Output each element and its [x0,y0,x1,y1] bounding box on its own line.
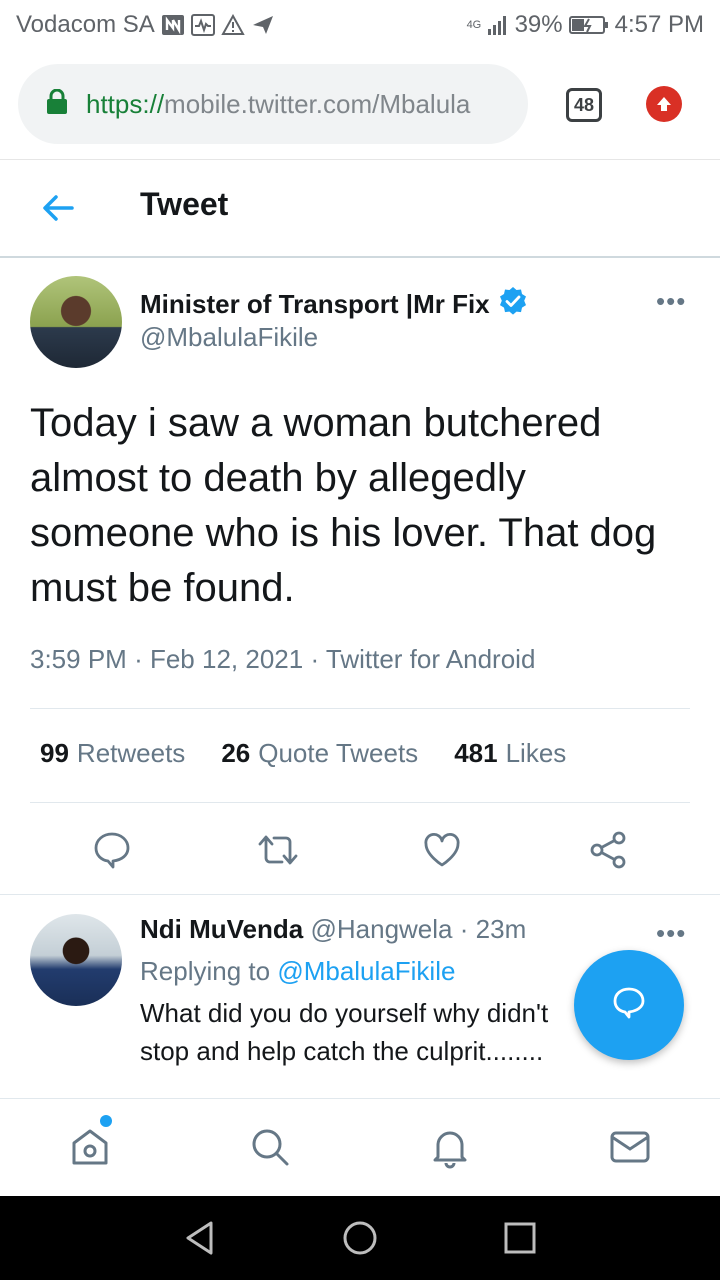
reply-text: What did you do yourself why didn't stop… [140,998,549,1066]
divider [30,708,690,709]
tweet-stats: 99 Retweets 26 Quote Tweets 481 Likes [40,738,566,769]
tweet-source[interactable]: Twitter for Android [326,644,536,674]
replying-to-label: Replying to [140,956,271,986]
reply-more-options[interactable]: ••• [656,918,686,949]
author-name: Minister of Transport |Mr Fix [140,289,490,319]
tweet-meta: 3:59 PM · Feb 12, 2021 · Twitter for And… [30,644,535,675]
tweet-actions [0,826,720,874]
system-navigation-bar [0,1196,720,1280]
retweets-stat[interactable]: 99 Retweets [40,738,185,769]
compose-reply-button[interactable] [574,950,684,1060]
divider [30,802,690,803]
status-bar: Vodacom SA 4G 39% 4:57 PM [0,0,720,50]
home-icon[interactable] [66,1123,114,1171]
status-right: 4G 39% 4:57 PM [467,11,704,39]
divider [0,894,720,895]
author-name-row[interactable]: Minister of Transport |Mr Fix [140,286,528,323]
mail-icon[interactable] [606,1123,654,1171]
reply-avatar[interactable] [30,914,122,1006]
recents-nav-icon[interactable] [500,1218,540,1258]
retweets-count: 99 [40,738,69,768]
heart-icon[interactable] [418,826,466,874]
back-nav-icon[interactable] [180,1218,220,1258]
activity-icon [190,14,215,36]
home-notification-dot [100,1115,112,1127]
warning-icon [221,14,245,36]
page-title: Tweet [140,186,229,222]
status-left: Vodacom SA [16,11,275,39]
quotes-label: Quote Tweets [258,738,419,768]
bell-icon[interactable] [426,1123,474,1171]
tab-switcher-button[interactable]: 48 [566,88,602,122]
reply-icon[interactable] [88,826,136,874]
tweet-more-options[interactable]: ••• [656,286,686,317]
likes-label: Likes [505,738,567,768]
home-nav-icon[interactable] [340,1218,380,1258]
back-arrow-icon[interactable] [38,190,78,231]
author-handle[interactable]: @MbalulaFikile [140,322,318,353]
tweet-text: Today i saw a woman butchered almost to … [30,401,657,610]
verified-badge-icon [498,286,528,323]
replying-to-mention[interactable]: @MbalulaFikile [277,956,455,986]
search-icon[interactable] [246,1123,294,1171]
url-text: https://mobile.twitter.com/Mbalula [86,89,506,120]
reply-header: Ndi MuVenda @Hangwela · 23m [140,914,526,945]
retweets-label: Retweets [76,738,186,768]
signal-icon [487,14,509,36]
tweet-date[interactable]: Feb 12, 2021 [150,644,303,674]
address-bar[interactable]: https://mobile.twitter.com/Mbalula [18,64,528,144]
reply-author-name[interactable]: Ndi MuVenda [140,914,303,944]
network-label: 4G [466,18,482,31]
url-host: mobile.twitter.com/Mbalula [164,88,471,119]
quotes-stat[interactable]: 26 Quote Tweets [221,738,418,769]
battery-percent: 39% [514,11,563,38]
battery-icon [568,14,609,36]
meta-separator: · [134,644,143,674]
lock-icon [46,88,68,120]
author-avatar[interactable] [30,276,122,368]
tweet-page-header: Tweet [0,160,720,258]
send-icon [251,14,275,36]
meta-separator: · [310,644,320,674]
quotes-count: 26 [221,738,251,768]
reply-author-handle[interactable]: @Hangwela [310,914,452,944]
browser-toolbar: https://mobile.twitter.com/Mbalula 48 [0,50,720,160]
likes-stat[interactable]: 481 Likes [454,738,566,769]
bottom-navigation [0,1098,720,1196]
tweet-time[interactable]: 3:59 PM [30,644,127,674]
url-protocol: https:// [86,88,165,119]
compose-reply-icon [609,983,649,1028]
share-icon[interactable] [584,826,632,874]
replying-to: Replying to @MbalulaFikile [140,956,455,987]
reply-age: 23m [475,914,527,944]
n-icon [161,14,185,36]
reply-separator: · [459,914,469,944]
carrier-label: Vodacom SA [16,11,155,38]
clock-time: 4:57 PM [614,11,704,38]
likes-count: 481 [454,738,498,768]
update-available-icon[interactable] [646,86,682,122]
retweet-icon[interactable] [254,826,302,874]
